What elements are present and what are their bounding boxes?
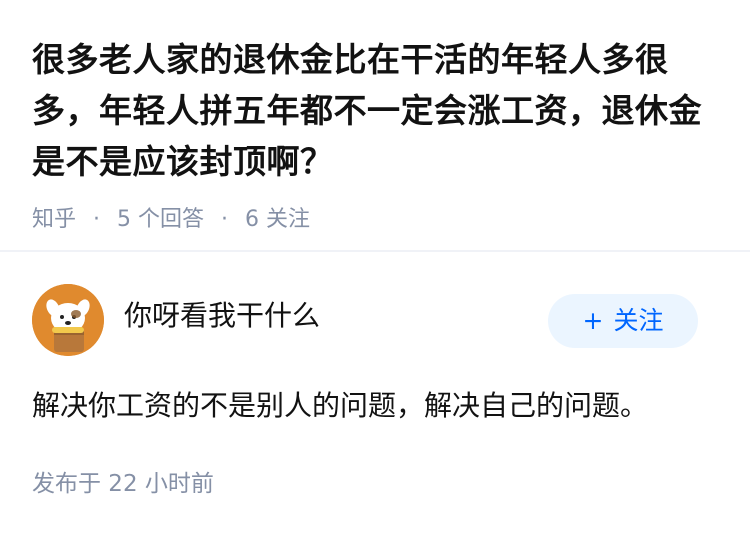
question-meta: 知乎 · 5 个回答 · 6 关注 [32,205,722,235]
author-name[interactable]: 你呀看我干什么 [124,298,320,334]
follow-button-label: 关注 [613,306,664,335]
answer-author: 你呀看我干什么 + 关注 [32,284,718,356]
answer-count[interactable]: 5 个回答 [117,207,204,232]
dog-avatar-icon [32,284,104,356]
follow-button[interactable]: + 关注 [548,294,698,348]
avatar[interactable] [32,284,104,356]
section-divider [0,250,750,252]
plus-icon: + [582,306,604,335]
answer-content[interactable]: 解决你工资的不是别人的问题，解决自己的问题。 [32,386,722,426]
follower-count[interactable]: 6 关注 [245,207,310,232]
separator-dot: · [221,207,229,232]
separator-dot: · [93,207,101,232]
question-header: 很多老人家的退休金比在干活的年轻人多很多，年轻人拼五年都不一定会涨工资，退休金是… [32,34,722,235]
answer-timestamp: 发布于 22 小时前 [32,471,214,497]
source-label[interactable]: 知乎 [32,207,76,232]
question-title[interactable]: 很多老人家的退休金比在干活的年轻人多很多，年轻人拼五年都不一定会涨工资，退休金是… [32,34,722,187]
